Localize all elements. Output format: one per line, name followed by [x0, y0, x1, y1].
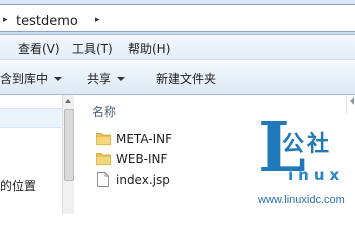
dropdown-arrow-icon — [54, 77, 63, 81]
file-name: index.jsp — [116, 173, 170, 187]
watermark-logo: L 公社 inux www.linuxidc.com — [258, 114, 355, 214]
include-in-library-label: 含到库中 — [0, 72, 49, 86]
new-folder-button[interactable]: 新建文件夹 — [156, 70, 216, 87]
menu-bar: 查看(V) 工具(T) 帮助(H) — [0, 35, 355, 60]
command-bar: 含到库中 共享 新建文件夹 — [0, 60, 355, 95]
share-button[interactable]: 共享 — [87, 70, 126, 87]
breadcrumb-chevron-icon[interactable]: ▸ — [95, 15, 100, 25]
breadcrumb-current[interactable]: testdemo — [16, 14, 78, 29]
menu-view[interactable]: 查看(V) — [18, 40, 60, 57]
watermark-brand: inux — [288, 166, 345, 184]
nav-item-selected[interactable] — [0, 108, 62, 128]
file-icon — [97, 172, 109, 187]
nav-item-location[interactable]: 的位置 — [0, 177, 36, 194]
folder-icon — [96, 133, 111, 145]
folder-icon — [96, 153, 111, 165]
column-separator — [346, 96, 347, 114]
address-field[interactable]: ▸ testdemo ▸ — [0, 4, 355, 32]
include-in-library-button[interactable]: 含到库中 — [0, 70, 63, 87]
dropdown-arrow-icon — [117, 77, 126, 81]
file-name: META-INF — [116, 132, 173, 146]
column-collapse-icon[interactable] — [350, 97, 354, 105]
navigation-pane: 的位置 — [0, 95, 63, 214]
breadcrumb-chevron-icon[interactable]: ▸ — [3, 15, 8, 25]
scrollbar-thumb[interactable] — [64, 109, 74, 181]
scroll-up-icon[interactable] — [65, 99, 71, 103]
watermark-chinese: 公社 — [282, 132, 333, 157]
watermark-url: www.linuxidc.com — [258, 194, 345, 206]
address-bar: ▸ testdemo ▸ — [0, 0, 355, 35]
file-name: WEB-INF — [116, 152, 168, 166]
share-label: 共享 — [87, 72, 112, 86]
menu-tools[interactable]: 工具(T) — [72, 40, 113, 57]
column-header-name[interactable]: 名称 — [92, 103, 116, 120]
menu-help[interactable]: 帮助(H) — [128, 40, 170, 57]
